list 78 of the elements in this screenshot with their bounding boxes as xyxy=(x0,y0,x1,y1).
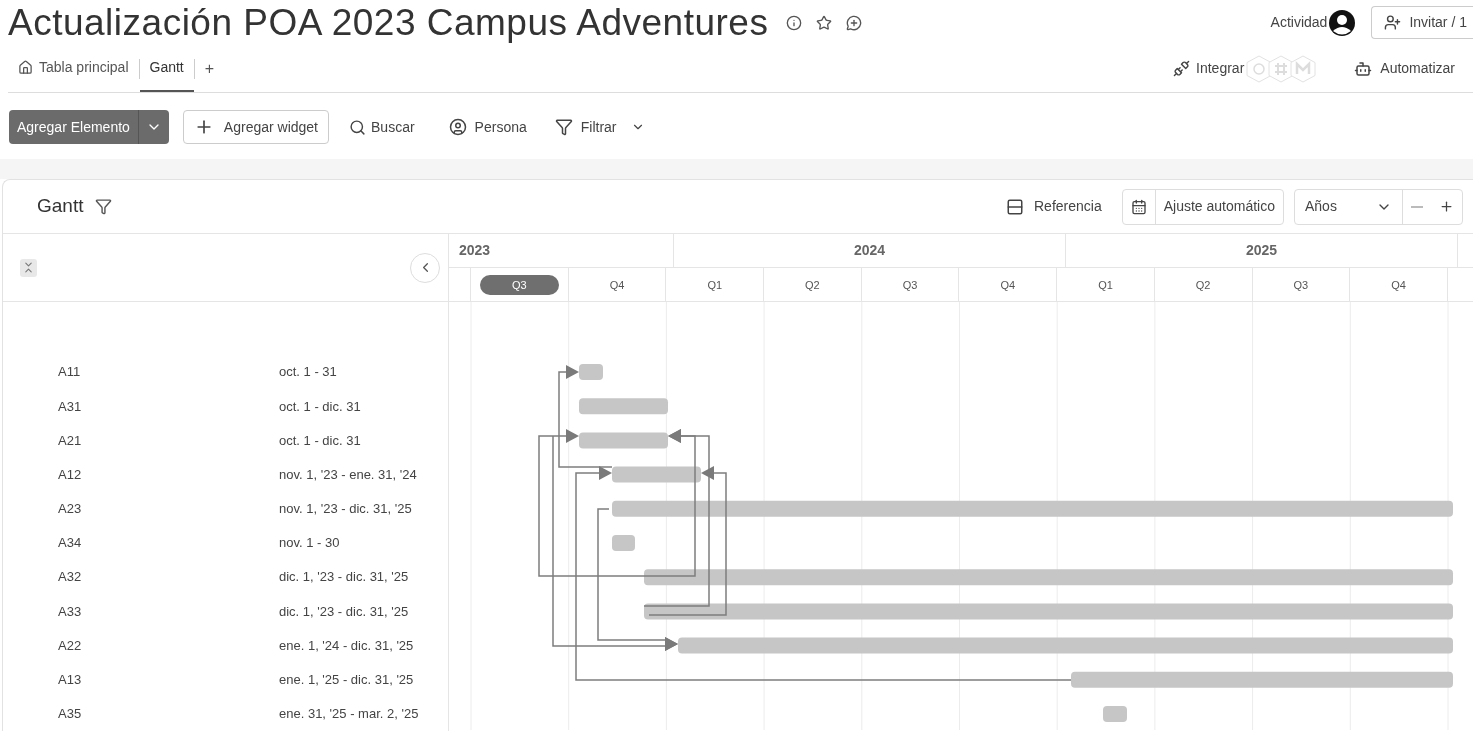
add-widget-button[interactable]: Agregar widget xyxy=(182,110,329,144)
item-dates: dic. 1, '23 - dic. 31, '25 xyxy=(279,602,409,621)
task-bar[interactable] xyxy=(612,535,635,551)
item-dates: oct. 1 - dic. 31 xyxy=(279,397,361,416)
item-dates: nov. 1 - 30 xyxy=(279,534,340,553)
automate-button[interactable]: Automatizar xyxy=(1354,58,1455,79)
item-dates: nov. 1, '23 - dic. 31, '25 xyxy=(279,500,412,519)
plug-icon xyxy=(1173,60,1191,77)
task-bar[interactable] xyxy=(644,603,1453,620)
quarter-label: Q3 xyxy=(1292,277,1310,293)
task-bar[interactable] xyxy=(579,432,668,449)
invite-button[interactable]: Invitar / 1 xyxy=(1371,6,1473,39)
star-icon[interactable] xyxy=(816,14,833,31)
activity-link[interactable]: Actividad xyxy=(1270,12,1328,33)
quarter-label: Q2 xyxy=(1194,277,1212,293)
quarter-label: Q2 xyxy=(804,277,821,293)
task-bar[interactable] xyxy=(1103,706,1127,722)
item-name[interactable]: A21 xyxy=(3,430,279,451)
search-button[interactable]: Buscar xyxy=(343,116,421,138)
add-user-icon xyxy=(1384,14,1402,31)
task-bar[interactable] xyxy=(678,637,1453,654)
task-bar[interactable] xyxy=(612,500,1453,517)
year-header: 2025 xyxy=(1066,234,1458,267)
person-filter-button[interactable]: Persona xyxy=(434,116,541,138)
view-tab[interactable]: Tabla principal xyxy=(8,45,139,92)
year-header: 2024 xyxy=(674,234,1066,267)
integration-icon[interactable] xyxy=(1290,54,1317,83)
item-dates: oct. 1 - 31 xyxy=(279,363,337,382)
item-dates: oct. 1 - dic. 31 xyxy=(279,431,361,450)
item-dates: ene. 1, '25 - dic. 31, '25 xyxy=(279,671,414,690)
item-dates: ene. 1, '24 - dic. 31, '25 xyxy=(279,636,414,655)
minus-icon xyxy=(1411,205,1423,208)
quarter-label: Q4 xyxy=(608,277,626,293)
item-name[interactable]: A32 xyxy=(3,567,279,587)
quarter-label: Q4 xyxy=(1390,277,1407,293)
task-bar[interactable] xyxy=(612,466,701,483)
task-bar[interactable] xyxy=(579,364,603,380)
quarter-label: Q3 xyxy=(901,277,919,293)
add-view-button[interactable]: + xyxy=(194,56,225,81)
year-header: 2023 xyxy=(449,234,674,267)
item-name[interactable]: A13 xyxy=(3,670,279,690)
quarter-label: Q3 xyxy=(480,274,559,295)
plus-icon xyxy=(1439,199,1454,214)
item-dates: nov. 1, '23 - ene. 31, '24 xyxy=(279,465,417,484)
item-name[interactable]: A35 xyxy=(3,704,279,724)
search-icon xyxy=(349,118,366,136)
filter-icon[interactable] xyxy=(95,198,113,215)
gantt-title: Gantt xyxy=(37,194,84,219)
item-name[interactable]: A31 xyxy=(3,396,279,417)
quarter-label: Q1 xyxy=(706,277,724,293)
person-icon xyxy=(448,118,467,136)
collapse-icon[interactable] xyxy=(22,261,35,274)
task-bar[interactable] xyxy=(1071,671,1453,688)
item-name[interactable]: A34 xyxy=(3,533,279,553)
item-dates: ene. 31, '25 - mar. 2, '25 xyxy=(279,705,419,724)
item-name[interactable]: A33 xyxy=(3,601,279,622)
quarter-label: Q1 xyxy=(1097,277,1114,293)
home-icon xyxy=(18,60,33,75)
filter-button[interactable]: Filtrar xyxy=(554,116,645,138)
item-name[interactable]: A12 xyxy=(3,464,279,485)
item-dates: dic. 1, '23 - dic. 31, '25 xyxy=(279,568,409,587)
chat-add-icon[interactable] xyxy=(846,14,863,31)
legend-icon xyxy=(1006,197,1024,216)
avatar-icon[interactable] xyxy=(1329,9,1356,36)
task-bar[interactable] xyxy=(579,398,668,415)
robot-icon xyxy=(1354,59,1373,78)
board-title: Actualización POA 2023 Campus Adventures xyxy=(8,4,769,41)
integrate-button[interactable]: Integrar xyxy=(1173,58,1245,79)
filter-icon xyxy=(554,118,573,136)
quarter-label: Q4 xyxy=(999,277,1017,293)
calendar-icon[interactable] xyxy=(1130,198,1147,215)
item-name[interactable]: A22 xyxy=(3,635,279,656)
legend-button[interactable]: Referencia xyxy=(1006,196,1102,217)
add-item-button[interactable]: Agregar Elemento xyxy=(9,110,169,144)
info-icon[interactable] xyxy=(786,14,803,31)
item-name[interactable]: A23 xyxy=(3,499,279,519)
item-name[interactable]: A11 xyxy=(3,362,279,382)
task-bar[interactable] xyxy=(644,569,1453,586)
